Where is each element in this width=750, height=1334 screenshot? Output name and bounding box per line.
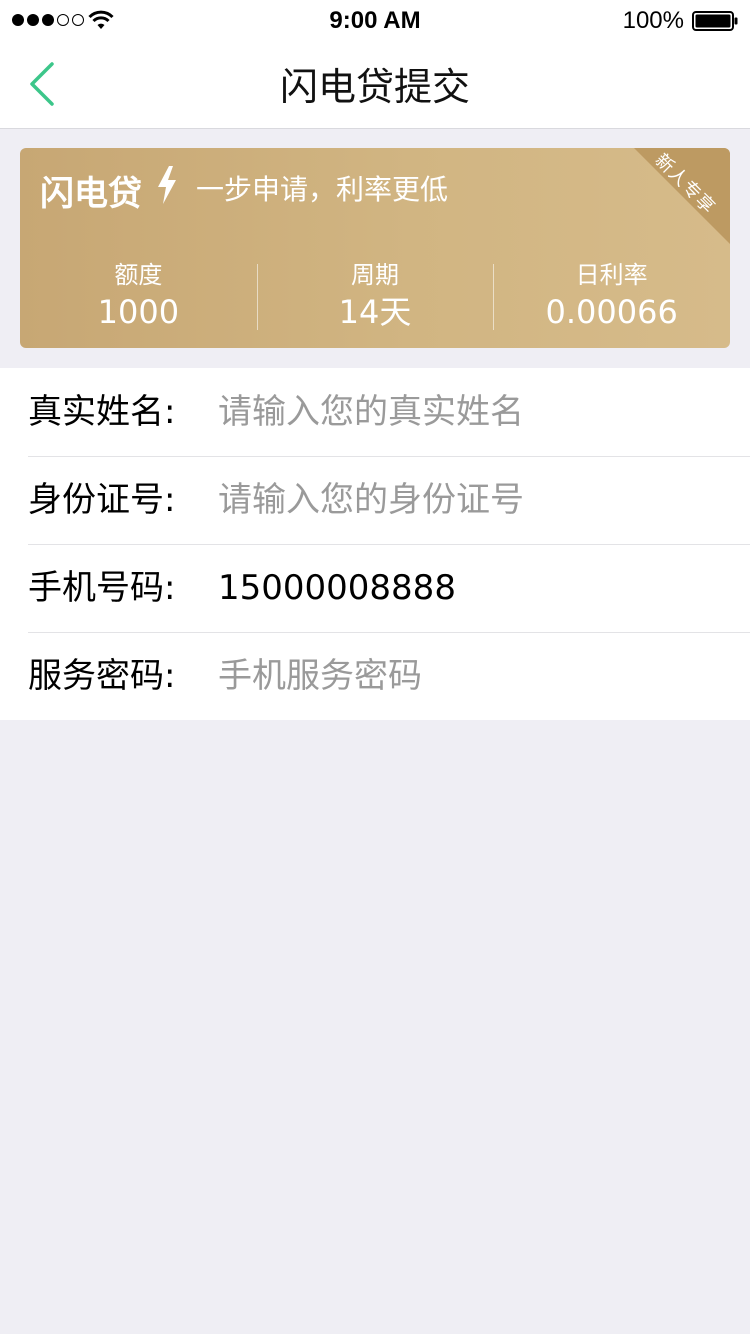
stat-value: 0.00066 bbox=[545, 293, 678, 331]
real-name-label: 真实姓名: bbox=[28, 392, 176, 432]
service-password-input[interactable] bbox=[218, 652, 718, 700]
battery-percent: 100% bbox=[622, 7, 684, 34]
product-name: 闪电贷 bbox=[40, 174, 142, 214]
navigation-bar: 闪电贷提交 bbox=[0, 40, 750, 129]
battery-icon bbox=[692, 11, 738, 31]
stat-value: 14天 bbox=[338, 293, 412, 331]
page-title: 闪电贷提交 bbox=[279, 65, 470, 109]
stat-daily-rate: 日利率 0.00066 bbox=[493, 260, 730, 336]
id-number-label: 身份证号: bbox=[28, 480, 176, 520]
real-name-input[interactable] bbox=[218, 388, 718, 436]
stat-amount: 额度 1000 bbox=[20, 260, 257, 336]
form-row-name: 真实姓名: bbox=[0, 368, 750, 456]
stat-label: 日利率 bbox=[575, 261, 648, 289]
application-form: 真实姓名: 身份证号: 手机号码: 服务密码: bbox=[0, 368, 750, 720]
form-row-id: 身份证号: bbox=[0, 456, 750, 544]
product-slogan: 一步申请，利率更低 bbox=[196, 173, 449, 206]
service-password-label: 服务密码: bbox=[28, 656, 176, 696]
stat-label: 周期 bbox=[351, 261, 399, 289]
phone-number-input[interactable] bbox=[218, 564, 718, 612]
stat-label: 额度 bbox=[114, 261, 163, 289]
form-row-phone: 手机号码: bbox=[0, 544, 750, 632]
stat-period: 周期 14天 bbox=[256, 260, 494, 336]
stat-value: 1000 bbox=[97, 293, 180, 331]
loan-stats: 额度 1000 周期 14天 日利率 0.00066 bbox=[20, 260, 730, 336]
lightning-icon bbox=[158, 166, 176, 204]
loan-product-card[interactable]: 新人专享 闪电贷 一步申请，利率更低 额度 1000 周期 14天 日利率 0.… bbox=[20, 148, 730, 348]
id-number-input[interactable] bbox=[218, 476, 718, 524]
phone-number-label: 手机号码: bbox=[28, 568, 176, 608]
status-bar: 9:00 AM 100% bbox=[0, 0, 750, 40]
form-row-password: 服务密码: bbox=[0, 632, 750, 720]
